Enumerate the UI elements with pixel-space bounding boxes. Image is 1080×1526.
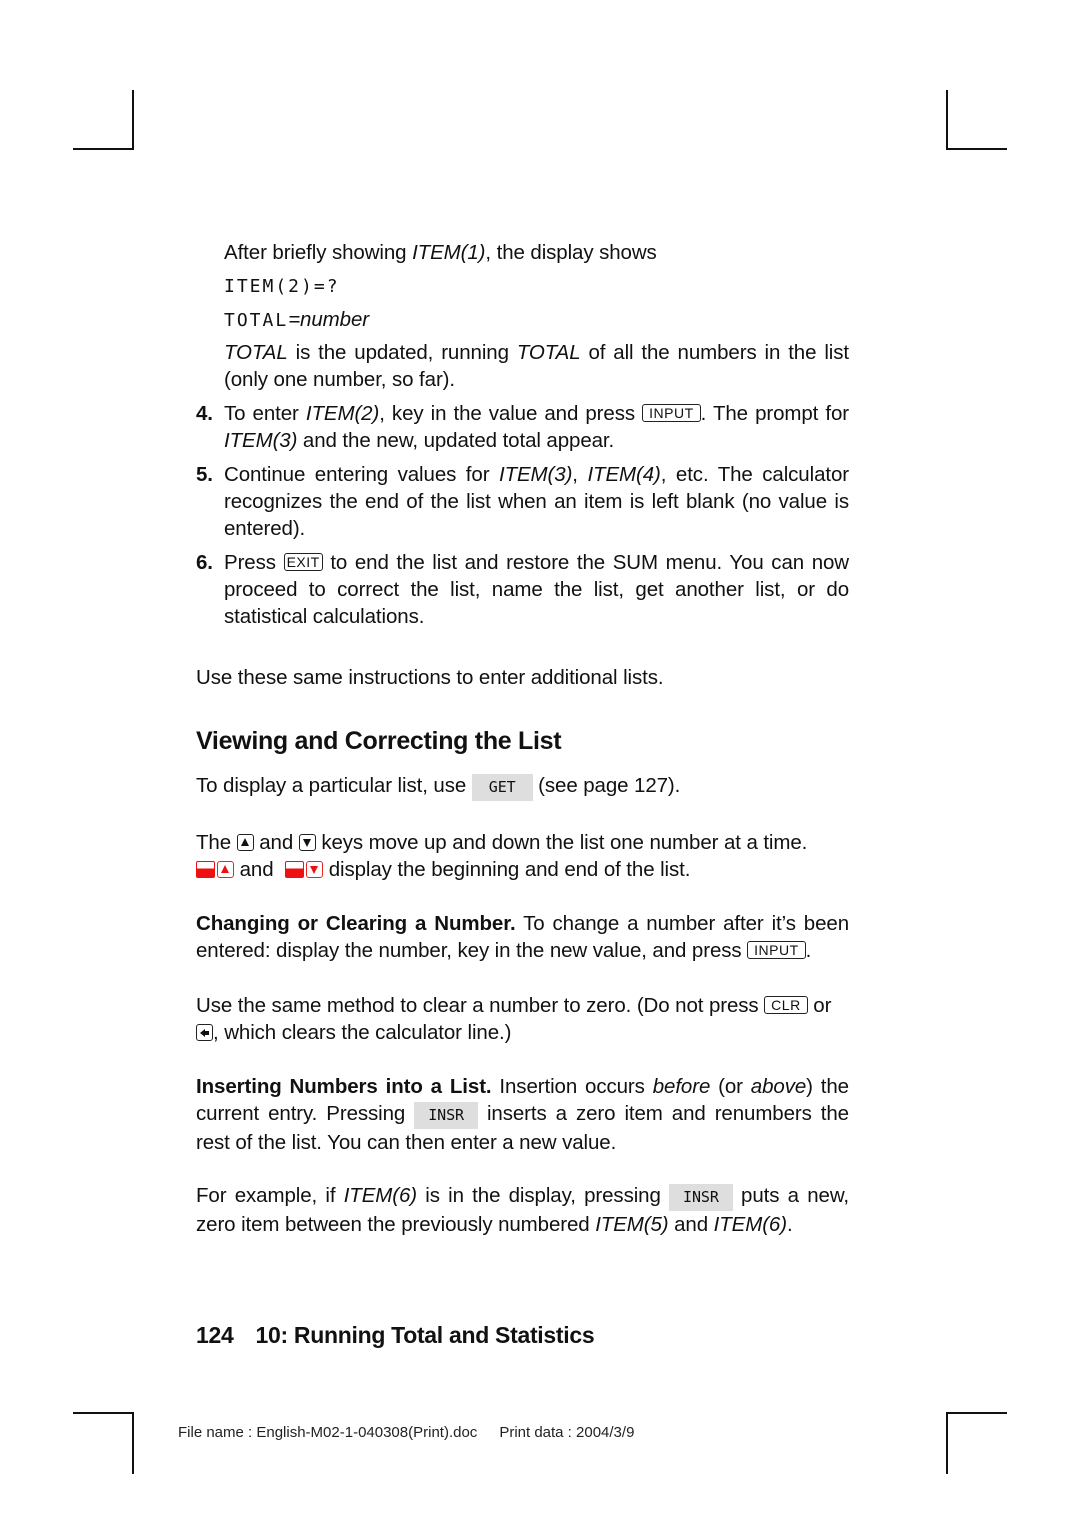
inserting-paragraph: Inserting Numbers into a List. Insertion… <box>196 1075 849 1154</box>
clearing-paragraph: Use the same method to clear a number to… <box>196 994 832 1044</box>
section-title: Viewing and Correcting the List <box>196 727 562 755</box>
insr-menu-key: INSR <box>669 1184 733 1211</box>
print-info: File name : English-M02-1-040308(Print).… <box>178 1424 634 1441</box>
clr-key: CLR <box>764 996 808 1014</box>
runin-heading: Changing or Clearing a Number. <box>196 912 516 935</box>
page-footer: 124 10: Running Total and Statistics <box>196 1322 595 1349</box>
exit-key: EXIT <box>283 553 323 571</box>
arrows-paragraph: The and keys move up and down the list o… <box>196 831 808 881</box>
step-number: 6. <box>196 551 213 574</box>
crop-mark-top-right-h <box>946 148 1007 150</box>
get-menu-key: GET <box>471 774 533 801</box>
up-arrow-key-icon <box>236 834 254 851</box>
down-arrow-key-icon <box>298 834 316 851</box>
step-4: 4. To enter ITEM(2), key in the value an… <box>196 400 849 454</box>
total-note: TOTAL is the updated, running TOTAL of a… <box>224 341 849 391</box>
step-text: Press EXIT to end the list and restore t… <box>224 551 850 628</box>
step-number: 5. <box>196 463 213 486</box>
file-name: File name : English-M02-1-040308(Print).… <box>178 1424 478 1441</box>
crop-mark-bottom-right-h <box>946 1412 1007 1414</box>
input-key: INPUT <box>747 941 806 959</box>
crop-mark-bottom-left-v <box>132 1412 134 1474</box>
example-paragraph: For example, if ITEM(6) is in the displa… <box>196 1184 849 1236</box>
additional-lists-note: Use these same instructions to enter add… <box>196 666 664 689</box>
runin-heading: Inserting Numbers into a List. <box>196 1075 492 1098</box>
step-5: 5. Continue entering values for ITEM(3),… <box>196 461 849 542</box>
step-number: 4. <box>196 402 213 425</box>
step-text: To enter ITEM(2), key in the value and p… <box>224 402 850 452</box>
display-line-total: TOTAL=number <box>224 308 369 331</box>
section-heading: Viewing and Correcting the List <box>196 728 849 755</box>
shifted-down-arrow-key-icon <box>306 861 324 878</box>
crop-mark-bottom-right-v <box>946 1412 948 1474</box>
crop-mark-bottom-left-h <box>73 1412 134 1414</box>
crop-mark-top-right-v <box>946 90 948 150</box>
get-paragraph: To display a particular list, use GET (s… <box>196 772 849 801</box>
display-line-item: ITEM(2)=? <box>224 276 340 297</box>
chapter-title: 10: Running Total and Statistics <box>255 1322 595 1348</box>
shifted-up-arrow-key-icon <box>217 861 234 878</box>
step-6: 6. Press EXIT to end the list and restor… <box>196 549 849 630</box>
crop-mark-top-left-v <box>132 90 134 150</box>
page-number: 124 <box>196 1322 234 1348</box>
changing-paragraph: Changing or Clearing a Number. To change… <box>196 912 849 962</box>
input-key: INPUT <box>642 404 701 422</box>
crop-mark-top-left-h <box>73 148 134 150</box>
print-date: Print data : 2004/3/9 <box>499 1424 635 1441</box>
insr-menu-key: INSR <box>414 1102 478 1129</box>
backspace-key-icon <box>196 1024 213 1041</box>
shift-key-icon <box>285 861 305 878</box>
shift-key-icon <box>196 861 215 878</box>
step-text: Continue entering values for ITEM(3), IT… <box>224 463 849 540</box>
intro-line: After briefly showing ITEM(1), the displ… <box>224 241 657 264</box>
